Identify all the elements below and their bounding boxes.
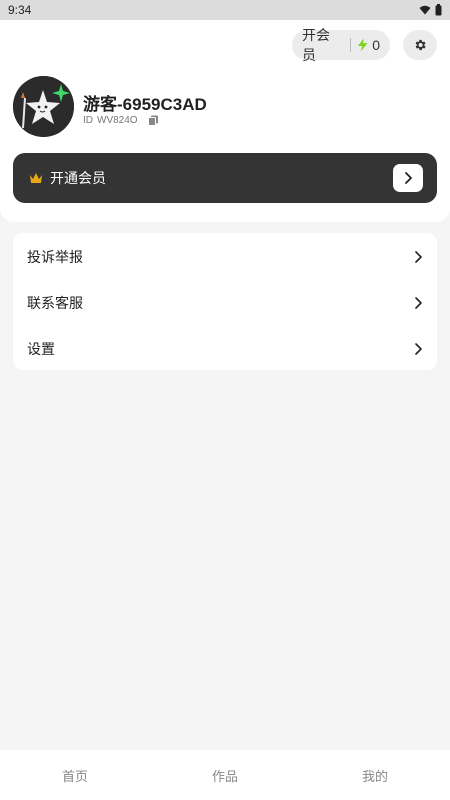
status-icons xyxy=(419,4,442,16)
menu-item-report[interactable]: 投诉举报 xyxy=(13,234,437,280)
crown-icon xyxy=(30,173,42,183)
profile-card: 开会员 0 游客-6959C3AD ID WV824O 开通会员 xyxy=(0,20,450,222)
settings-button[interactable] xyxy=(403,30,437,60)
menu-item-label: 联系客服 xyxy=(27,295,83,311)
menu-item-settings[interactable]: 设置 xyxy=(13,326,437,372)
nav-item-home[interactable]: 首页 xyxy=(0,766,150,785)
menu-item-label: 投诉举报 xyxy=(27,249,83,265)
star-mascot-icon xyxy=(13,76,74,137)
bottom-nav: 首页 作品 我的 xyxy=(0,750,450,800)
avatar[interactable] xyxy=(13,76,74,137)
battery-icon xyxy=(435,4,442,16)
wifi-icon xyxy=(419,5,431,15)
copy-icon[interactable] xyxy=(147,115,159,126)
menu-item-label: 设置 xyxy=(27,341,55,357)
chevron-right-icon xyxy=(415,297,422,309)
status-bar: 9:34 xyxy=(0,0,450,20)
user-id-label: ID xyxy=(83,115,93,126)
energy-bolt-icon xyxy=(357,38,368,52)
nav-item-mine[interactable]: 我的 xyxy=(300,766,450,785)
user-id-value: WV824O xyxy=(97,115,138,126)
vip-pill-button[interactable]: 开会员 0 xyxy=(292,27,390,63)
chevron-right-icon xyxy=(415,251,422,263)
vip-banner-label: 开通会员 xyxy=(50,170,106,186)
vip-pill-label: 开会员 xyxy=(302,27,330,63)
menu-card: 投诉举报 联系客服 设置 xyxy=(13,233,437,370)
vip-banner-arrow-button[interactable] xyxy=(393,164,423,192)
status-time: 9:34 xyxy=(8,3,32,17)
gear-icon xyxy=(415,39,426,51)
nav-item-works[interactable]: 作品 xyxy=(150,766,300,785)
pill-divider xyxy=(349,38,351,52)
chevron-right-icon xyxy=(405,172,412,184)
user-id-row: ID WV824O xyxy=(83,115,159,126)
username: 游客-6959C3AD xyxy=(83,95,207,114)
energy-count: 0 xyxy=(372,37,380,53)
chevron-right-icon xyxy=(415,343,422,355)
menu-item-customer-service[interactable]: 联系客服 xyxy=(13,280,437,326)
vip-banner[interactable]: 开通会员 xyxy=(13,153,437,203)
